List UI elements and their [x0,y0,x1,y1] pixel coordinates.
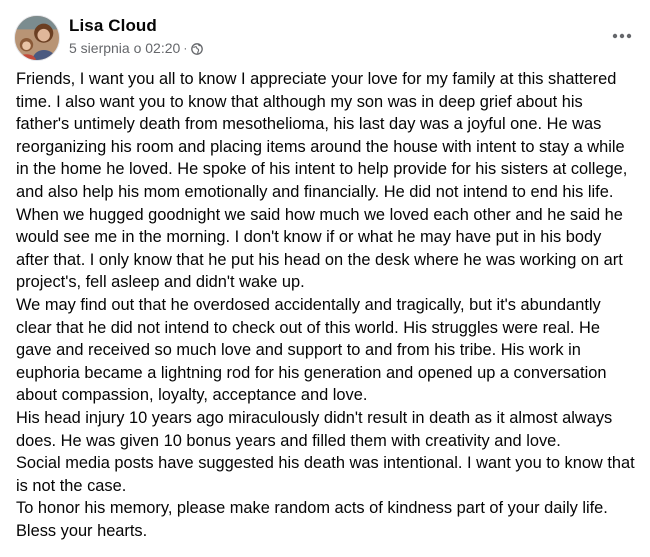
more-options-icon[interactable] [608,24,636,48]
post-body: Friends, I want you all to know I apprec… [16,68,638,542]
post-header: Lisa Cloud 5 sierpnia o 02:20 · [12,12,638,62]
post-timestamp[interactable]: 5 sierpnia o 02:20 [69,40,180,56]
post-paragraph: Friends, I want you all to know I apprec… [16,70,628,292]
post-meta: 5 sierpnia o 02:20 · [69,40,204,56]
author-avatar[interactable] [14,15,60,61]
post-paragraph: We may find out that he overdosed accide… [16,295,607,405]
meta-separator: · [183,41,188,55]
post-paragraph: Social media posts have suggested his de… [16,454,635,495]
post-paragraph: His head injury 10 years ago miraculousl… [16,408,613,450]
globe-icon[interactable] [191,42,204,55]
avatar-photo [15,16,59,60]
facebook-post: Lisa Cloud 5 sierpnia o 02:20 · Friends,… [0,0,650,557]
author-name[interactable]: Lisa Cloud [69,16,157,36]
post-paragraph: To honor his memory, please make random … [16,499,608,540]
